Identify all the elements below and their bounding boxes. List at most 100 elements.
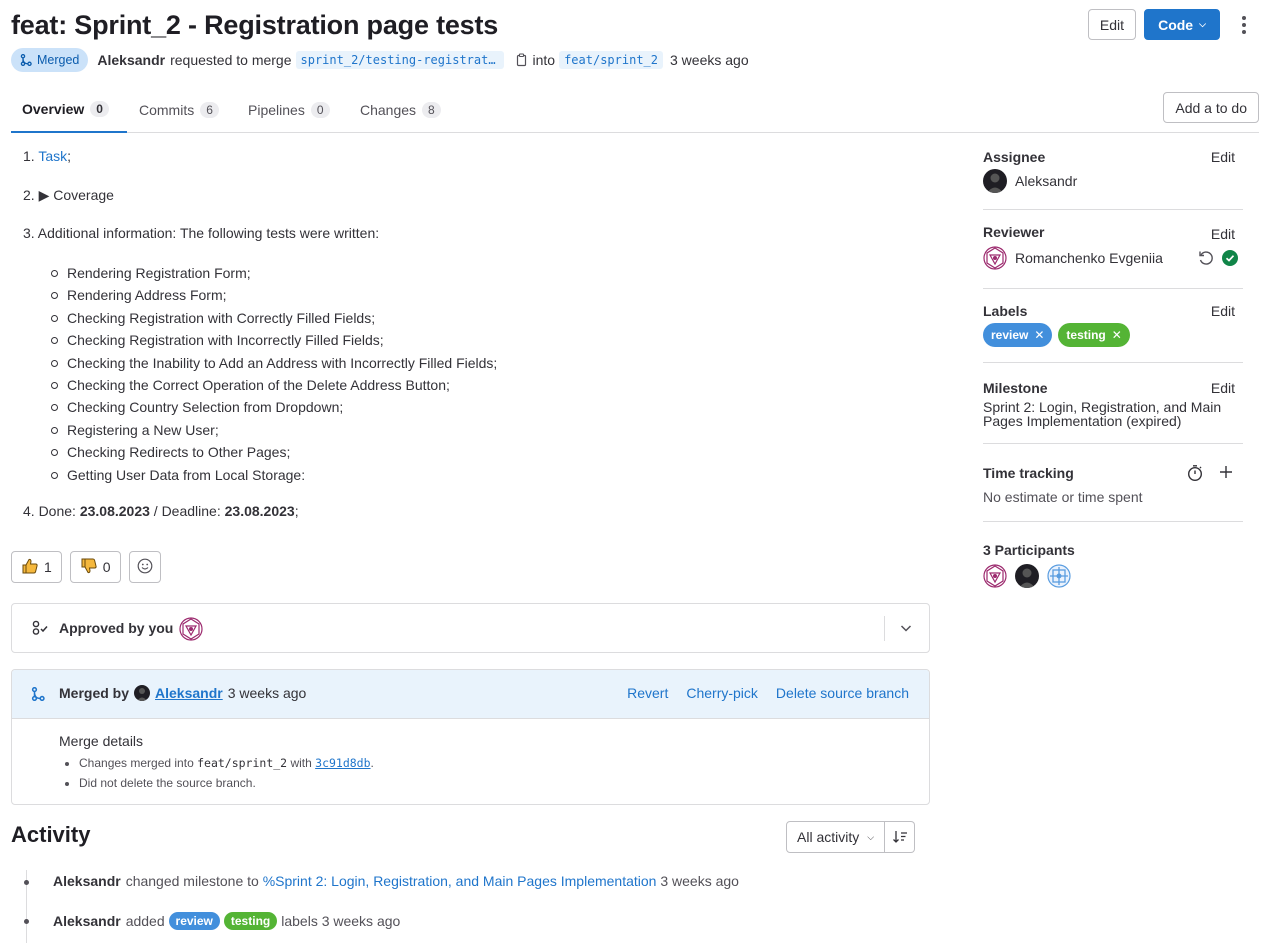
milestone-link[interactable]: %Sprint 2: Login, Registration, and Main… [263,873,657,889]
thumbs-down-count: 0 [102,559,111,575]
list-item: Checking Country Selection from Dropdown… [50,396,497,418]
label-review[interactable]: review ✕ [983,323,1053,347]
copy-icon[interactable] [515,53,528,67]
desc-item-3: 3. Additional information: The following… [23,225,380,241]
smiley-icon [137,558,153,577]
done-date: 23.08.2023 [79,503,150,519]
assignee-edit-button[interactable]: Edit [1211,149,1235,165]
list-item: Checking Registration with Incorrectly F… [50,329,497,351]
merge-details-title: Merge details [59,733,144,749]
item-number: 1. [23,148,35,164]
code-button-label: Code [1158,16,1194,33]
time-tracking-block: Time tracking No estimate or time spent [983,444,1243,522]
close-icon[interactable]: ✕ [1034,328,1044,342]
labels-block: Labels Edit review ✕ testing ✕ [983,289,1243,363]
tab-count: 8 [422,101,441,118]
avatar[interactable] [1047,564,1071,588]
close-icon[interactable]: ✕ [1112,328,1122,342]
approver-avatar[interactable] [179,617,203,644]
plus-icon[interactable] [1218,464,1234,483]
stopwatch-icon[interactable] [1186,464,1204,485]
label-review[interactable]: review [168,912,220,930]
tab-pipelines[interactable]: Pipelines 0 [248,87,330,132]
approval-widget: Approved by you [11,603,930,653]
reviewer-edit-button[interactable]: Edit [1211,226,1235,242]
milestone-edit-button[interactable]: Edit [1211,380,1235,396]
merged-by-label: Merged by [59,685,130,701]
participants-title: 3 Participants [983,542,1075,558]
labels-title: Labels [983,303,1028,319]
commit-link[interactable]: 3c91d8db [315,756,370,770]
activity-user[interactable]: Aleksandr [53,913,121,929]
time-tracking-value: No estimate or time spent [983,489,1143,505]
revert-button[interactable]: Revert [627,685,668,701]
merged-time: 3 weeks ago [227,685,307,701]
reviewer-title: Reviewer [983,224,1045,240]
coverage-toggle[interactable]: 2. ▶ Coverage [23,187,114,204]
activity-item: Aleksandr added review testing labels 3 we… [24,912,400,930]
page-title: feat: Sprint_2 - Registration page tests [11,10,499,40]
add-reaction-button[interactable] [128,551,161,583]
tab-overview[interactable]: Overview 0 [11,87,127,133]
merged-by-user-link[interactable]: Aleksandr [155,685,223,701]
more-actions-icon[interactable] [1229,9,1259,40]
detail-text: Changes merged into [79,756,194,770]
approved-check-icon [1222,250,1238,269]
milestone-value[interactable]: Sprint 2: Login, Registration, and Main … [983,400,1243,428]
tab-label: Pipelines [248,101,305,118]
tab-commits[interactable]: Commits 6 [139,87,219,132]
reviewer-user[interactable]: Romanchenko Evgeniia [983,246,1163,270]
thumbs-down-icon [80,557,98,578]
avatar[interactable] [983,564,1007,588]
re-request-review-icon[interactable] [1197,249,1215,270]
list-item: Changes merged into feat/sprint_2 with 3… [79,753,929,773]
edit-button[interactable]: Edit [1087,9,1136,40]
delete-source-branch-button[interactable]: Delete source branch [776,685,909,701]
thumbs-down-button[interactable]: 0 [69,551,121,583]
avatar[interactable] [1015,564,1039,588]
assignee-user[interactable]: Aleksandr [983,169,1077,193]
detail-branch: feat/sprint_2 [197,756,288,770]
list-item: Rendering Address Form; [50,284,497,306]
tab-count: 0 [90,101,109,117]
activity-filter-dropdown[interactable]: All activity ⌵ [786,821,886,853]
list-item: Registering a New User; [50,419,497,441]
avatar [983,169,1007,193]
merge-time: 3 weeks ago [670,52,749,68]
list-item: Checking Redirects to Other Pages; [50,441,497,463]
label-testing[interactable]: testing [223,912,278,930]
requested-text: requested to merge [170,52,292,68]
add-todo-button[interactable]: Add a to do [1163,92,1259,123]
label-testing[interactable]: testing ✕ [1058,323,1130,347]
tab-changes[interactable]: Changes 8 [360,87,441,132]
activity-user[interactable]: Aleksandr [53,873,121,889]
sort-order-button[interactable] [885,821,916,853]
activity-text: added [125,913,165,929]
assignee-block: Assignee Edit Aleksandr [983,140,1243,210]
labels-edit-button[interactable]: Edit [1211,303,1235,319]
list-item: Rendering Registration Form; [50,262,497,284]
merge-icon [31,686,45,704]
merge-icon [20,54,32,66]
participants-block: 3 Participants [983,522,1243,592]
task-link[interactable]: Task [38,148,67,164]
source-branch[interactable]: sprint_2/testing-registration-page [295,51,504,69]
approval-check-icon [30,620,50,639]
chevron-down-icon: ⌵ [1199,19,1206,29]
author-name[interactable]: Aleksandr [97,52,165,68]
detail-text: . [370,756,374,770]
thumbs-up-button[interactable]: 1 [11,551,62,583]
chevron-down-icon: ⌵ [867,831,875,842]
activity-item: Aleksandr changed milestone to %Sprint 2… [24,873,739,889]
code-dropdown-button[interactable]: Code ⌵ [1144,9,1220,40]
avatar [134,685,151,701]
tab-count: 0 [310,101,330,118]
label-text: testing [1066,328,1106,342]
chevron-down-icon[interactable] [899,621,913,638]
target-branch[interactable]: feat/sprint_2 [559,51,663,69]
item-suffix: ; [67,148,72,164]
into-text: into [532,52,556,68]
tab-count: 6 [200,101,219,118]
cherry-pick-button[interactable]: Cherry-pick [686,685,758,701]
thumbs-up-icon [21,557,39,578]
